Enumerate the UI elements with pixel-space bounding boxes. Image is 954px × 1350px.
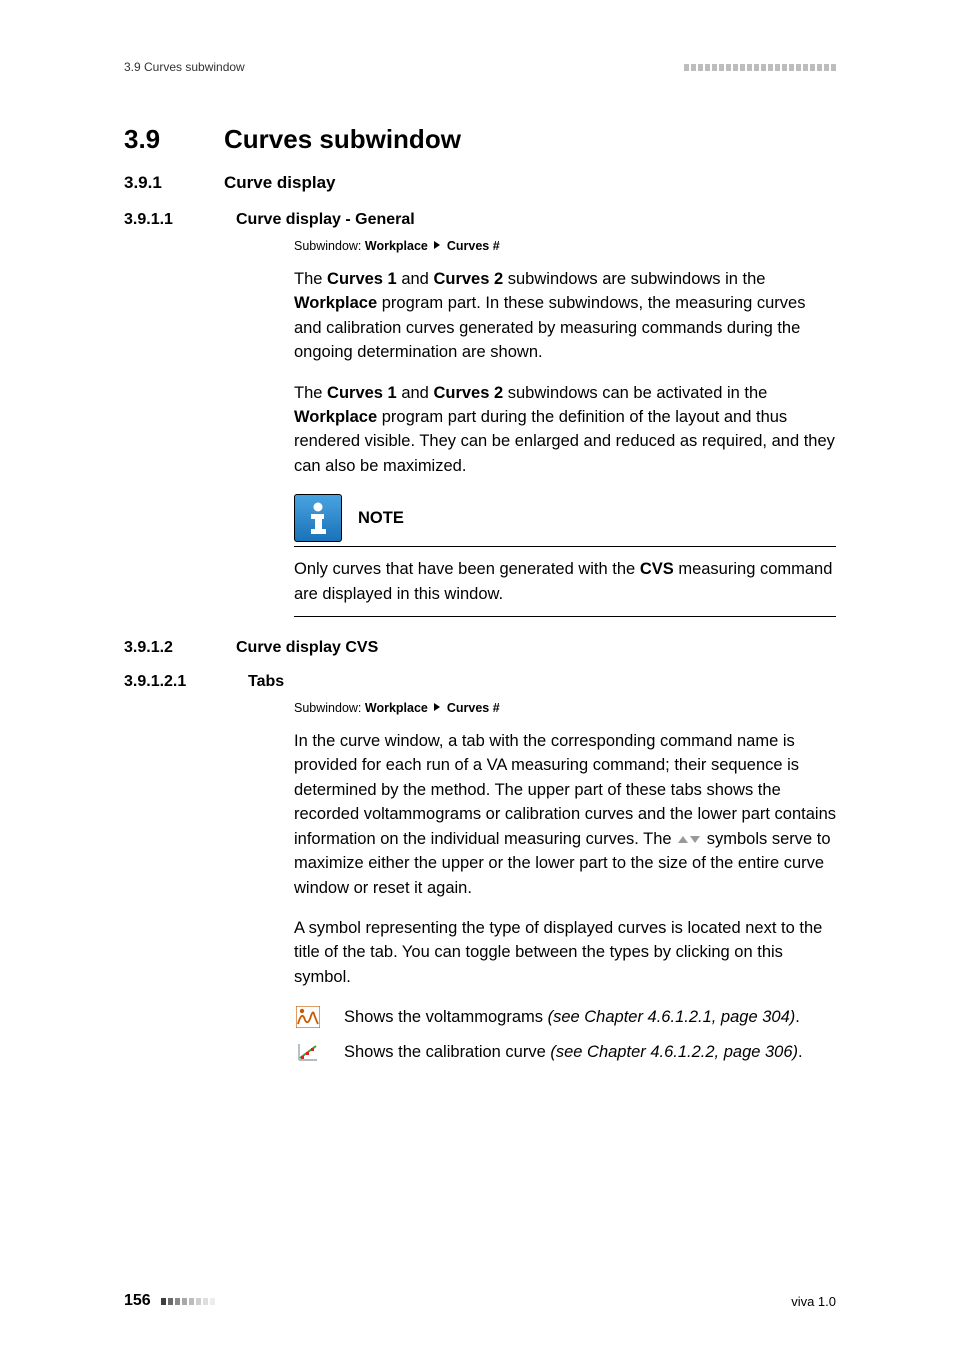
heading-3-9-1-2-1: 3.9.1.2.1 Tabs	[124, 673, 836, 691]
paragraph: The Curves 1 and Curves 2 subwindows are…	[294, 267, 836, 365]
note-body: Only curves that have been generated wit…	[294, 557, 836, 617]
heading-3-9-1-1: 3.9.1.1 Curve display - General	[124, 211, 836, 229]
voltammogram-icon	[294, 1005, 322, 1029]
path-prefix: Subwindow:	[294, 701, 365, 715]
paragraph: A symbol representing the type of displa…	[294, 916, 836, 989]
chevron-right-icon	[434, 703, 440, 711]
list-item: Shows the calibration curve (see Chapter…	[294, 1040, 836, 1064]
info-icon	[294, 494, 342, 542]
header-ticks-icon	[684, 64, 836, 71]
heading-3-9-1-2: 3.9.1.2 Curve display CVS	[124, 639, 836, 657]
paragraph: In the curve window, a tab with the corr…	[294, 729, 836, 900]
footer-left: 156	[124, 1292, 215, 1310]
path-prefix: Subwindow:	[294, 239, 365, 253]
note-label: NOTE	[358, 509, 404, 528]
heading-number: 3.9.1.2	[124, 639, 236, 657]
path-part: Workplace	[365, 239, 428, 253]
list-item-text: Shows the calibration curve (see Chapter…	[344, 1040, 803, 1064]
heading-number: 3.9.1.1	[124, 211, 236, 229]
heading-title: Curve display - General	[236, 211, 415, 229]
footer-right: viva 1.0	[791, 1294, 836, 1309]
page-footer: 156 viva 1.0	[124, 1292, 836, 1310]
heading-title: Curve display CVS	[236, 639, 378, 657]
paragraph: The Curves 1 and Curves 2 subwindows can…	[294, 381, 836, 479]
breadcrumb-path: Subwindow: Workplace Curves #	[294, 701, 836, 715]
heading-title: Curve display	[224, 173, 336, 193]
path-part: Workplace	[365, 701, 428, 715]
note-block: NOTE Only curves that have been generate…	[294, 494, 836, 617]
heading-number: 3.9.1	[124, 173, 224, 193]
page-number: 156	[124, 1292, 151, 1310]
page-header: 3.9 Curves subwindow	[124, 60, 836, 74]
expand-collapse-icon	[678, 836, 700, 843]
path-part: Curves #	[447, 701, 500, 715]
path-part: Curves #	[447, 239, 500, 253]
heading-title: Tabs	[248, 673, 284, 691]
heading-number: 3.9.1.2.1	[124, 673, 248, 691]
note-header: NOTE	[294, 494, 836, 547]
footer-ticks-icon	[161, 1298, 215, 1305]
calibration-curve-icon	[294, 1040, 322, 1064]
chevron-right-icon	[434, 241, 440, 249]
list-item: Shows the voltammograms (see Chapter 4.6…	[294, 1005, 836, 1029]
breadcrumb-path: Subwindow: Workplace Curves #	[294, 239, 836, 253]
heading-3-9: 3.9 Curves subwindow	[124, 124, 836, 155]
heading-3-9-1: 3.9.1 Curve display	[124, 173, 836, 193]
header-left: 3.9 Curves subwindow	[124, 60, 245, 74]
heading-title: Curves subwindow	[224, 124, 461, 155]
heading-number: 3.9	[124, 124, 224, 155]
list-item-text: Shows the voltammograms (see Chapter 4.6…	[344, 1005, 800, 1029]
